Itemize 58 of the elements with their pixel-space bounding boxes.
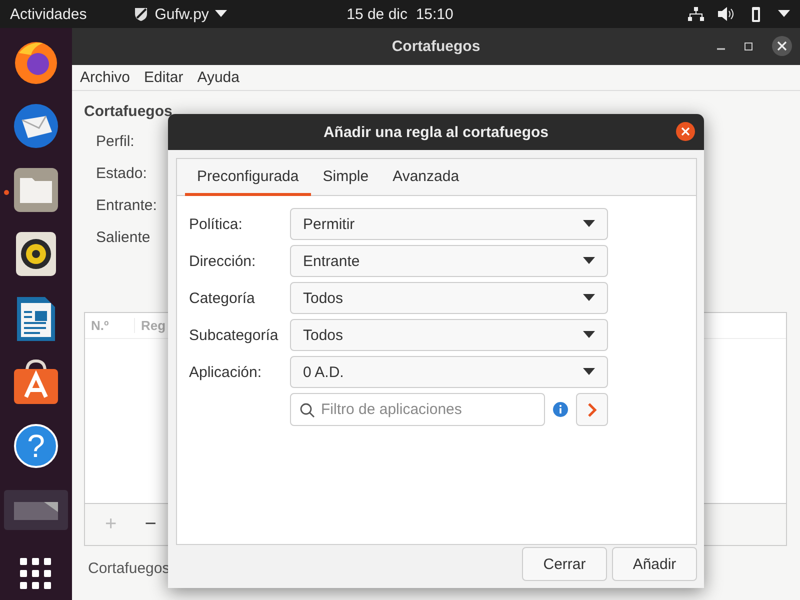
close-icon: [681, 127, 690, 136]
document-icon[interactable]: [17, 295, 55, 341]
caret-icon: [214, 10, 227, 18]
dropdown[interactable]: Permitir: [290, 208, 608, 240]
caret-icon: [583, 220, 595, 228]
menu-item[interactable]: Archivo: [80, 69, 130, 86]
tab[interactable]: Preconfigurada: [185, 159, 311, 196]
section-title: Cortafuegos: [84, 103, 174, 120]
app-menu[interactable]: Gufw.py: [154, 6, 209, 22]
tab[interactable]: Avanzada: [380, 159, 472, 196]
caret-icon: [583, 331, 595, 339]
tab[interactable]: Simple: [310, 159, 381, 196]
maximize-icon[interactable]: [744, 41, 754, 51]
caret-icon: [583, 257, 595, 265]
remove-button[interactable]: −: [142, 513, 158, 536]
speaker-icon[interactable]: [718, 7, 734, 21]
field-label: Entrante:: [96, 197, 157, 214]
field-label: Subcategoría: [189, 326, 280, 344]
field-label: Perfil:: [96, 133, 134, 150]
folder-icon[interactable]: [14, 168, 58, 212]
shield-icon: [132, 6, 149, 22]
help-button[interactable]: ?: [14, 424, 58, 468]
clock[interactable]: 15 de dic 15:10: [346, 6, 454, 22]
speaker-icon[interactable]: [16, 232, 56, 276]
caret-icon: [778, 10, 790, 18]
search-icon: [299, 402, 315, 418]
field-label: Política:: [189, 216, 244, 232]
envelope-icon[interactable]: [12, 102, 60, 150]
close-button[interactable]: [676, 122, 695, 141]
field-label: Dirección:: [189, 252, 257, 270]
add-button[interactable]: Añadir: [612, 547, 697, 581]
dropdown[interactable]: Todos: [290, 282, 608, 314]
next-button[interactable]: [576, 393, 608, 426]
app-grid-icon[interactable]: [20, 558, 52, 590]
status-text: Cortafuegos: [88, 560, 170, 577]
info-icon[interactable]: [553, 401, 568, 418]
network-icon[interactable]: [688, 7, 704, 21]
activities-button[interactable]: Actividades: [10, 6, 87, 22]
shopping-bag-icon[interactable]: [13, 359, 59, 405]
search-field[interactable]: Filtro de aplicaciones: [290, 393, 545, 426]
field-label: Categoría: [189, 290, 256, 306]
dropdown[interactable]: Todos: [290, 319, 608, 351]
dropdown[interactable]: Entrante: [290, 245, 608, 277]
window-title: Cortafuegos: [392, 38, 480, 55]
field-label: Aplicación:: [189, 364, 263, 380]
globe-icon[interactable]: [13, 39, 59, 85]
field-label: Estado:: [96, 165, 147, 182]
chevron-icon: [587, 402, 597, 416]
caret-icon: [583, 294, 595, 302]
dialog-title: Añadir una regla al cortafuegos: [323, 124, 549, 140]
window-thumbnail-icon[interactable]: [4, 490, 68, 530]
close-icon[interactable]: [772, 36, 792, 56]
field-label: Saliente: [96, 229, 150, 246]
dropdown[interactable]: 0 A.D.: [290, 356, 608, 388]
menu-item[interactable]: Editar: [144, 69, 184, 86]
close-button[interactable]: Cerrar: [522, 547, 607, 581]
caret-icon: [583, 368, 595, 376]
menu-item[interactable]: Ayuda: [197, 69, 240, 86]
